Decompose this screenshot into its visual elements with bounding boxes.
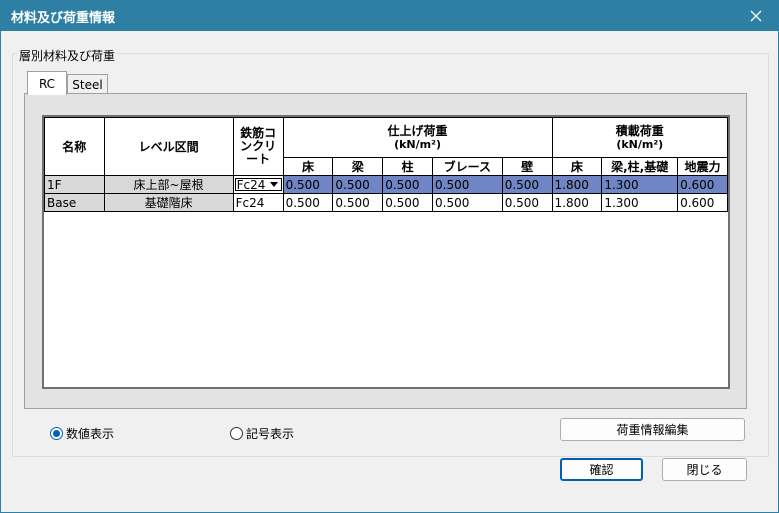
live-seismic-cell[interactable]: 0.600: [677, 175, 728, 194]
finish-column-cell[interactable]: 0.500: [382, 175, 433, 194]
finish-floor-cell[interactable]: 0.500: [282, 175, 334, 194]
title-bar: 材料及び荷重情報: [0, 0, 779, 31]
tab-rc[interactable]: RC: [27, 71, 67, 95]
finish-column-cell[interactable]: 0.500: [382, 193, 433, 212]
finish-floor-cell[interactable]: 0.500: [282, 193, 334, 212]
radio-numeric-label: 数値表示: [66, 427, 115, 441]
header-finish-beam: 梁: [332, 157, 384, 176]
ok-button[interactable]: 確認: [560, 458, 643, 481]
group-label: 層別材料及び荷重: [17, 47, 118, 64]
header-level: レベル区間: [103, 117, 234, 176]
grid-table: 名称 レベル区間 鉄筋コンクリート 仕上げ荷重 (kN/m²) 積載荷重 (kN…: [44, 117, 728, 212]
material-load-grid: 名称 レベル区間 鉄筋コンクリート 仕上げ荷重 (kN/m²) 積載荷重 (kN…: [42, 115, 730, 389]
live-seismic-cell[interactable]: 0.600: [677, 193, 728, 212]
header-finish-title: 仕上げ荷重: [387, 123, 448, 138]
header-finish-brace: ブレース: [432, 157, 503, 176]
row-name[interactable]: Base: [44, 193, 105, 212]
table-row[interactable]: 1F 床上部~屋根 Fc24 0.500 0.500 0.500 0.500 0…: [44, 175, 728, 194]
header-live-title: 積載荷重: [615, 123, 664, 138]
chevron-down-icon[interactable]: [267, 179, 281, 190]
row-level[interactable]: 基礎階床: [103, 193, 234, 212]
header-live-load: 積載荷重 (kN/m²): [551, 117, 728, 158]
row-level[interactable]: 床上部~屋根: [103, 175, 234, 194]
header-finish-column: 柱: [382, 157, 433, 176]
tab-steel[interactable]: Steel: [67, 74, 108, 94]
close-button[interactable]: 閉じる: [662, 458, 747, 481]
tab-panel-rc: 名称 レベル区間 鉄筋コンクリート 仕上げ荷重 (kN/m²) 積載荷重 (kN…: [24, 93, 747, 409]
row-name[interactable]: 1F: [44, 175, 105, 194]
concrete-cell[interactable]: Fc24: [232, 193, 284, 212]
header-name: 名称: [44, 117, 105, 176]
concrete-dropdown[interactable]: Fc24: [232, 175, 284, 194]
header-live-seismic: 地震力: [677, 157, 728, 176]
header-live-beam-column-foundation: 梁,柱,基礎: [601, 157, 679, 176]
edit-load-button[interactable]: 荷重情報編集: [560, 418, 745, 441]
finish-brace-cell[interactable]: 0.500: [432, 193, 503, 212]
finish-beam-cell[interactable]: 0.500: [332, 193, 384, 212]
close-icon: [750, 10, 762, 21]
dialog-body: 層別材料及び荷重 RC Steel 名称 レベル区間 鉄筋コンクリート 仕上げ荷…: [0, 31, 779, 513]
table-row[interactable]: Base 基礎階床 Fc24 0.500 0.500 0.500 0.500 0…: [44, 193, 728, 212]
finish-wall-cell[interactable]: 0.500: [501, 175, 553, 194]
header-live-floor: 床: [551, 157, 603, 176]
radio-symbol[interactable]: 記号表示: [230, 425, 294, 442]
radio-unchecked-icon[interactable]: [230, 427, 243, 440]
live-floor-cell[interactable]: 1.800: [551, 175, 603, 194]
window-title: 材料及び荷重情報: [11, 11, 116, 26]
finish-wall-cell[interactable]: 0.500: [501, 193, 553, 212]
live-floor-cell[interactable]: 1.800: [551, 193, 603, 212]
radio-symbol-label: 記号表示: [246, 427, 295, 441]
live-beam-cell[interactable]: 1.300: [601, 193, 679, 212]
header-finish-load: 仕上げ荷重 (kN/m²): [282, 117, 553, 158]
header-concrete: 鉄筋コンクリート: [232, 117, 284, 176]
concrete-value: Fc24: [236, 177, 266, 192]
radio-numeric[interactable]: 数値表示: [50, 425, 114, 442]
header-finish-wall: 壁: [501, 157, 553, 176]
radio-checked-icon[interactable]: [50, 427, 63, 440]
header-finish-floor: 床: [282, 157, 334, 176]
header-live-unit: (kN/m²): [616, 137, 664, 151]
finish-brace-cell[interactable]: 0.500: [432, 175, 503, 194]
close-window-button[interactable]: [733, 0, 779, 31]
header-finish-unit: (kN/m²): [394, 137, 441, 151]
finish-beam-cell[interactable]: 0.500: [332, 175, 384, 194]
live-beam-cell[interactable]: 1.300: [601, 175, 679, 194]
